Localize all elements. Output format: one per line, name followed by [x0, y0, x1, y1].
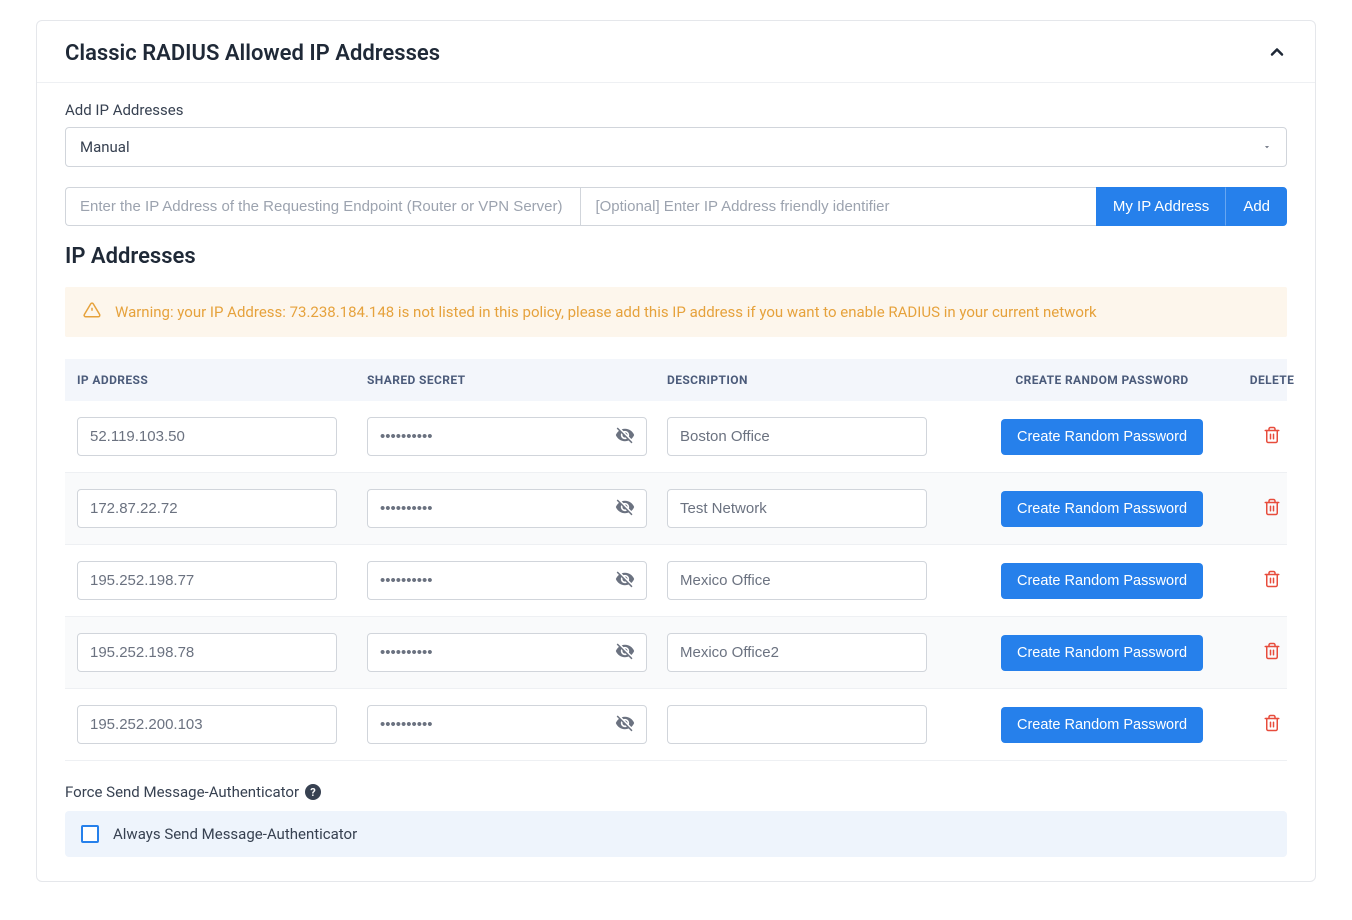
mode-select[interactable]: Manual: [65, 127, 1287, 167]
eye-off-icon[interactable]: [615, 641, 635, 665]
th-create: CREATE RANDOM PASSWORD: [977, 373, 1227, 387]
add-button[interactable]: Add: [1226, 187, 1287, 226]
create-random-password-button[interactable]: Create Random Password: [1001, 707, 1203, 743]
warning-alert: Warning: your IP Address: 73.238.184.148…: [65, 287, 1287, 337]
help-icon[interactable]: ?: [305, 784, 321, 800]
row-desc-input[interactable]: [667, 417, 927, 456]
add-ip-label: Add IP Addresses: [65, 101, 1287, 119]
eye-off-icon[interactable]: [615, 569, 635, 593]
th-delete: DELETE: [1227, 373, 1317, 387]
th-desc: DESCRIPTION: [667, 373, 977, 387]
create-random-password-button[interactable]: Create Random Password: [1001, 563, 1203, 599]
eye-off-icon[interactable]: [615, 425, 635, 449]
row-desc-input[interactable]: [667, 489, 927, 528]
eye-off-icon[interactable]: [615, 497, 635, 521]
create-random-password-button[interactable]: Create Random Password: [1001, 419, 1203, 455]
radius-allowed-ip-panel: Classic RADIUS Allowed IP Addresses Add …: [36, 20, 1316, 882]
row-desc-input[interactable]: [667, 633, 927, 672]
row-ip-input[interactable]: [77, 417, 337, 456]
panel-title: Classic RADIUS Allowed IP Addresses: [65, 41, 440, 66]
table-row: Create Random Password: [65, 689, 1287, 761]
table-row: Create Random Password: [65, 401, 1287, 473]
row-desc-input[interactable]: [667, 561, 927, 600]
trash-icon[interactable]: [1263, 432, 1281, 448]
row-secret-input[interactable]: [367, 561, 647, 600]
trash-icon[interactable]: [1263, 648, 1281, 664]
trash-icon[interactable]: [1263, 576, 1281, 592]
mode-select-value: Manual: [80, 138, 130, 156]
row-ip-input[interactable]: [77, 489, 337, 528]
trash-icon[interactable]: [1263, 504, 1281, 520]
ip-addresses-title: IP Addresses: [65, 244, 1287, 269]
th-ip: IP ADDRESS: [77, 373, 367, 387]
panel-body: Add IP Addresses Manual My IP Address Ad…: [37, 83, 1315, 881]
create-random-password-button[interactable]: Create Random Password: [1001, 635, 1203, 671]
caret-down-icon: [1262, 138, 1272, 156]
create-random-password-button[interactable]: Create Random Password: [1001, 491, 1203, 527]
always-send-auth-checkbox[interactable]: [81, 825, 99, 843]
row-secret-input[interactable]: [367, 417, 647, 456]
warning-icon: [83, 301, 101, 323]
force-send-auth-label: Force Send Message-Authenticator ?: [65, 783, 1287, 801]
row-secret-input[interactable]: [367, 489, 647, 528]
th-secret: SHARED SECRET: [367, 373, 667, 387]
table-header: IP ADDRESS SHARED SECRET DESCRIPTION CRE…: [65, 359, 1287, 401]
my-ip-button[interactable]: My IP Address: [1096, 187, 1226, 226]
row-desc-input[interactable]: [667, 705, 927, 744]
table-row: Create Random Password: [65, 473, 1287, 545]
trash-icon[interactable]: [1263, 720, 1281, 736]
ip-address-input[interactable]: [65, 187, 580, 226]
table-body: Create Random Password Create Random Pass…: [65, 401, 1287, 761]
row-secret-input[interactable]: [367, 705, 647, 744]
table-row: Create Random Password: [65, 545, 1287, 617]
add-ip-input-row: My IP Address Add: [65, 187, 1287, 226]
mode-select-wrap: Manual: [65, 127, 1287, 167]
friendly-name-input[interactable]: [580, 187, 1095, 226]
row-ip-input[interactable]: [77, 633, 337, 672]
eye-off-icon[interactable]: [615, 713, 635, 737]
always-send-auth-text: Always Send Message-Authenticator: [113, 825, 357, 843]
row-secret-input[interactable]: [367, 633, 647, 672]
row-ip-input[interactable]: [77, 705, 337, 744]
chevron-up-icon: [1267, 42, 1287, 66]
warning-text: Warning: your IP Address: 73.238.184.148…: [115, 303, 1097, 321]
row-ip-input[interactable]: [77, 561, 337, 600]
always-send-auth-panel: Always Send Message-Authenticator: [65, 811, 1287, 857]
table-row: Create Random Password: [65, 617, 1287, 689]
panel-header[interactable]: Classic RADIUS Allowed IP Addresses: [37, 21, 1315, 83]
